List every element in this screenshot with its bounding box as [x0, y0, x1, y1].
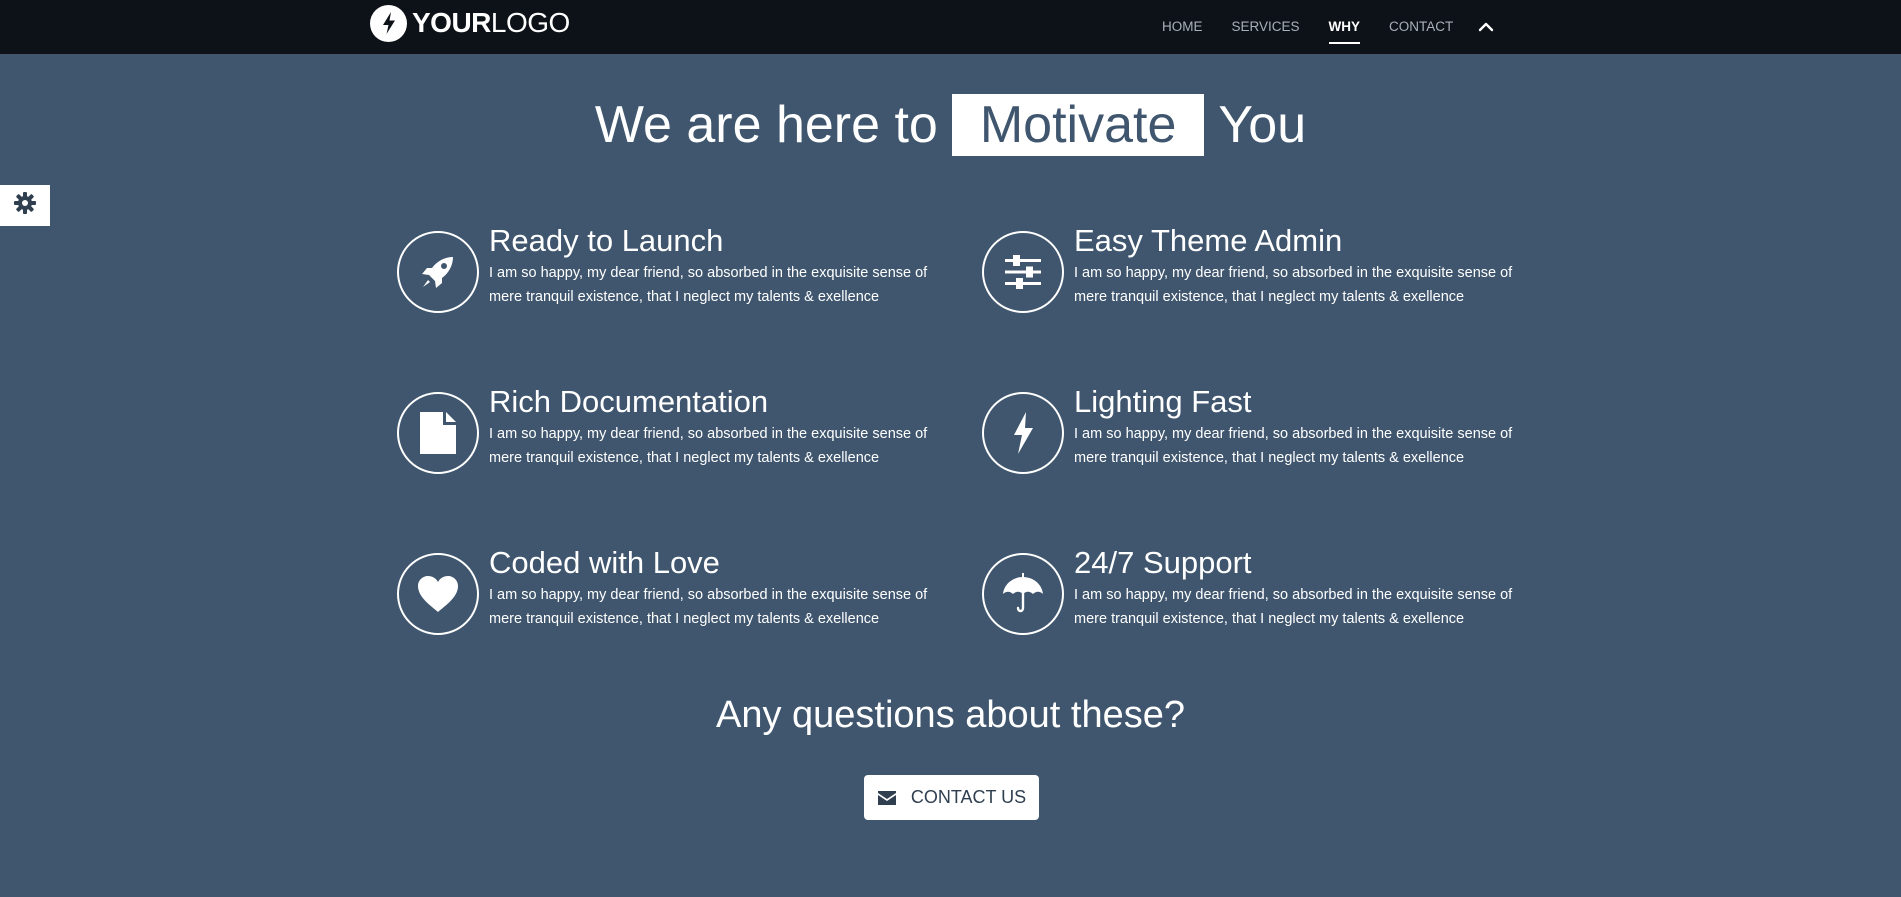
feature-desc: I am so happy, my dear friend, so absorb…	[1074, 587, 1513, 627]
feature-title: Ready to Launch	[489, 223, 724, 258]
umbrella-icon	[982, 553, 1064, 635]
feature-coded-with-love: Coded with Love I am so happy, my dear f…	[397, 543, 937, 643]
feature-rich-documentation: Rich Documentation I am so happy, my dea…	[397, 382, 937, 482]
document-icon	[397, 392, 479, 474]
lightning-icon	[370, 4, 407, 42]
hero-headline: We are here to Motivate You	[0, 94, 1901, 156]
main-nav: HOME SERVICES WHY CONTACT	[1162, 0, 1497, 54]
nav-why[interactable]: WHY	[1328, 17, 1360, 44]
gear-icon	[13, 191, 37, 220]
feature-ready-to-launch: Ready to Launch I am so happy, my dear f…	[397, 221, 937, 321]
hero-text-after: You	[1218, 96, 1307, 154]
feature-title: Lighting Fast	[1074, 384, 1252, 419]
hero-text-before: We are here to	[594, 96, 938, 154]
logo-text: YOURLOGO	[412, 7, 570, 38]
nav-contact[interactable]: CONTACT	[1389, 17, 1453, 37]
site-logo[interactable]: YOURLOGO	[370, 4, 570, 42]
sliders-icon	[982, 231, 1064, 313]
feature-desc: I am so happy, my dear friend, so absorb…	[489, 265, 928, 305]
nav-services[interactable]: SERVICES	[1232, 17, 1300, 37]
feature-title: 24/7 Support	[1074, 545, 1252, 580]
feature-desc: I am so happy, my dear friend, so absorb…	[489, 587, 928, 627]
nav-home[interactable]: HOME	[1162, 17, 1203, 37]
feature-desc: I am so happy, my dear friend, so absorb…	[1074, 426, 1513, 466]
feature-24-7-support: 24/7 Support I am so happy, my dear frie…	[982, 543, 1522, 643]
top-navbar: YOURLOGO HOME SERVICES WHY CONTACT	[0, 0, 1901, 54]
feature-desc: I am so happy, my dear friend, so absorb…	[1074, 265, 1513, 305]
chevron-up-icon[interactable]	[1475, 16, 1497, 38]
envelope-icon	[877, 790, 897, 806]
feature-title: Rich Documentation	[489, 384, 769, 419]
rocket-icon	[397, 231, 479, 313]
feature-desc: I am so happy, my dear friend, so absorb…	[489, 426, 928, 466]
feature-title: Coded with Love	[489, 545, 720, 580]
settings-toggle[interactable]	[0, 185, 50, 226]
feature-easy-theme-admin: Easy Theme Admin I am so happy, my dear …	[982, 221, 1522, 321]
contact-us-button[interactable]: CONTACT US	[864, 775, 1039, 820]
hero-highlight: Motivate	[951, 94, 1205, 156]
heart-icon	[397, 553, 479, 635]
feature-lighting-fast: Lighting Fast I am so happy, my dear fri…	[982, 382, 1522, 482]
feature-title: Easy Theme Admin	[1074, 223, 1343, 258]
lightning-icon	[982, 392, 1064, 474]
cta-question: Any questions about these?	[715, 694, 1185, 736]
contact-us-label: CONTACT US	[910, 787, 1027, 807]
